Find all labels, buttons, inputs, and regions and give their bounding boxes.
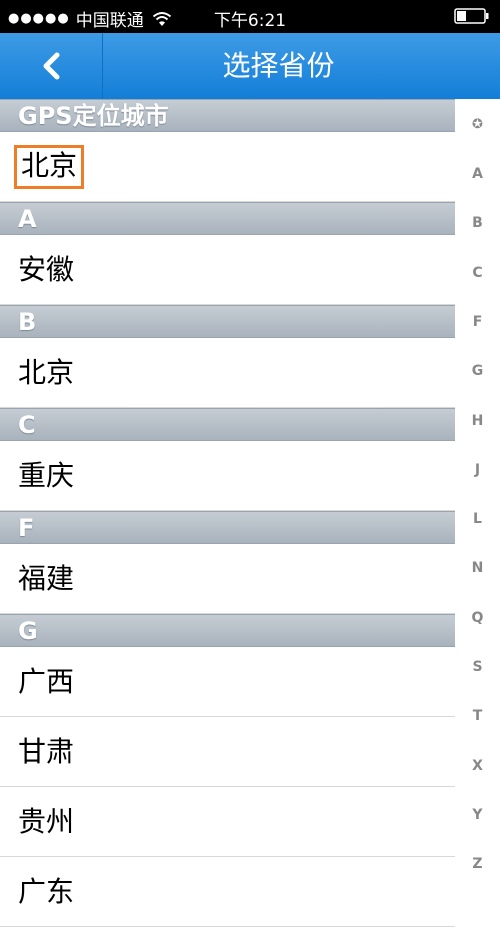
- province-row[interactable]: 广西: [0, 647, 455, 717]
- section-header-f: F: [0, 511, 455, 544]
- index-letter-t[interactable]: T: [455, 708, 500, 724]
- index-letter-b[interactable]: B: [455, 215, 500, 231]
- index-letter-a[interactable]: A: [455, 166, 500, 182]
- index-letter-c[interactable]: C: [455, 265, 500, 281]
- gps-city-row[interactable]: 北京: [0, 132, 455, 202]
- index-letter-x[interactable]: X: [455, 758, 500, 774]
- province-row[interactable]: 安徽: [0, 235, 455, 305]
- navigation-bar: 选择省份: [0, 33, 500, 99]
- province-row[interactable]: 福建: [0, 544, 455, 614]
- chevron-left-icon: [43, 52, 60, 80]
- section-header-b: B: [0, 305, 455, 338]
- index-star-icon[interactable]: ✪: [455, 117, 500, 132]
- province-row[interactable]: 重庆: [0, 441, 455, 511]
- clock: 下午6:21: [213, 11, 287, 31]
- province-list[interactable]: GPS定位城市 北京 A 安徽 B 北京 C 重庆 F 福建 G 广西 甘肃 贵州 广东: [0, 99, 455, 927]
- index-letter-j[interactable]: J: [455, 462, 500, 478]
- index-letter-z[interactable]: Z: [455, 856, 500, 872]
- section-header-g: G: [0, 614, 455, 647]
- index-bar[interactable]: ✪ A B C F G H J L N Q S T X Y Z: [455, 99, 500, 888]
- battery-icon: [454, 8, 489, 24]
- index-letter-y[interactable]: Y: [455, 807, 500, 823]
- province-row[interactable]: 贵州: [0, 787, 455, 857]
- index-letter-s[interactable]: S: [455, 659, 500, 675]
- province-row[interactable]: 甘肃: [0, 717, 455, 787]
- section-header-gps: GPS定位城市: [0, 99, 455, 132]
- index-letter-h[interactable]: H: [455, 413, 500, 429]
- index-letter-n[interactable]: N: [455, 560, 500, 576]
- index-letter-g[interactable]: G: [455, 363, 500, 379]
- index-letter-q[interactable]: Q: [455, 610, 500, 626]
- index-letter-l[interactable]: L: [455, 511, 500, 527]
- gps-city-label: 北京: [14, 145, 85, 189]
- page-title: 选择省份: [222, 49, 335, 82]
- index-letter-f[interactable]: F: [455, 314, 500, 330]
- back-button[interactable]: [0, 33, 103, 99]
- section-header-a: A: [0, 202, 455, 235]
- section-header-c: C: [0, 408, 455, 441]
- province-row[interactable]: 北京: [0, 338, 455, 408]
- status-bar: ●●●●● 中国联通 下午6:21: [0, 0, 500, 33]
- province-row[interactable]: 广东: [0, 857, 455, 927]
